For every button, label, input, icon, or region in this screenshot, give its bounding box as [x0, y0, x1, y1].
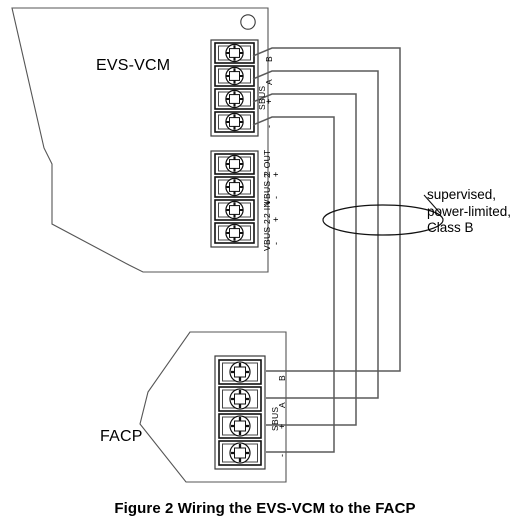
terminal-label-evs-vbus2-row2-sign: - [271, 195, 281, 199]
terminal-evs-sbus-b[interactable] [214, 42, 255, 64]
cable-annotation: supervised, power-limited, Class B [427, 187, 511, 237]
terminal-label-evs-vbus2-row4: VBUS 2 [262, 218, 272, 251]
terminal-group-label-facp-sbus: SBUS [270, 406, 280, 431]
terminal-facp-sbus-minus[interactable] [218, 440, 262, 466]
evs-sbus-terminal-block [210, 39, 259, 137]
evs-vbus-terminal-block [210, 150, 259, 248]
terminal-label-evs-vbus2-out-sign: + [271, 171, 281, 177]
figure-caption: Figure 2 Wiring the EVS-VCM to the FACP [114, 500, 416, 517]
facp-sbus-terminal-block [214, 355, 266, 470]
terminal-label-facp-sbus-minus: - [277, 453, 287, 457]
terminal-evs-sbus-minus[interactable] [214, 111, 255, 133]
terminal-evs-sbus-plus[interactable] [214, 88, 255, 110]
terminal-evs-vbus2-out-minus[interactable] [214, 176, 255, 198]
terminal-facp-sbus-b[interactable] [218, 359, 262, 385]
terminal-label-facp-sbus-b: B [277, 375, 287, 381]
terminal-facp-sbus-plus[interactable] [218, 413, 262, 439]
evs-vcm-device-label: EVS-VCM [96, 57, 171, 74]
terminal-label-evs-vbus2-row4-sign: - [271, 241, 281, 245]
terminal-facp-sbus-a[interactable] [218, 386, 262, 412]
terminal-label-evs-sbus-b: B [264, 56, 274, 62]
terminal-evs-vbus2-in-minus[interactable] [214, 222, 255, 244]
terminal-label-evs-vbus2-in-sign: + [271, 216, 281, 222]
terminal-label-evs-sbus-minus: - [264, 124, 274, 128]
annotation-line-2: power-limited, [427, 203, 512, 219]
cable-bundle-ellipse [322, 204, 444, 236]
annotation-line-3: Class B [427, 220, 474, 235]
terminal-label-evs-vbus2-row2: VBUS 2 [262, 172, 272, 205]
terminal-evs-sbus-a[interactable] [214, 65, 255, 87]
facp-device-label: FACP [100, 428, 143, 445]
wiring-diagram: B A + - SBUS 2 OUT + VBUS 2 - 2 IN + VBU… [0, 0, 530, 528]
annotation-line-1: supervised, [427, 187, 497, 202]
terminal-group-label-evs-sbus: SBUS [257, 85, 267, 110]
terminal-label-evs-sbus-a: A [264, 79, 274, 85]
terminal-evs-vbus2-out-plus[interactable] [214, 153, 255, 175]
mounting-hole-icon [240, 14, 256, 30]
terminal-evs-vbus2-in-plus[interactable] [214, 199, 255, 221]
